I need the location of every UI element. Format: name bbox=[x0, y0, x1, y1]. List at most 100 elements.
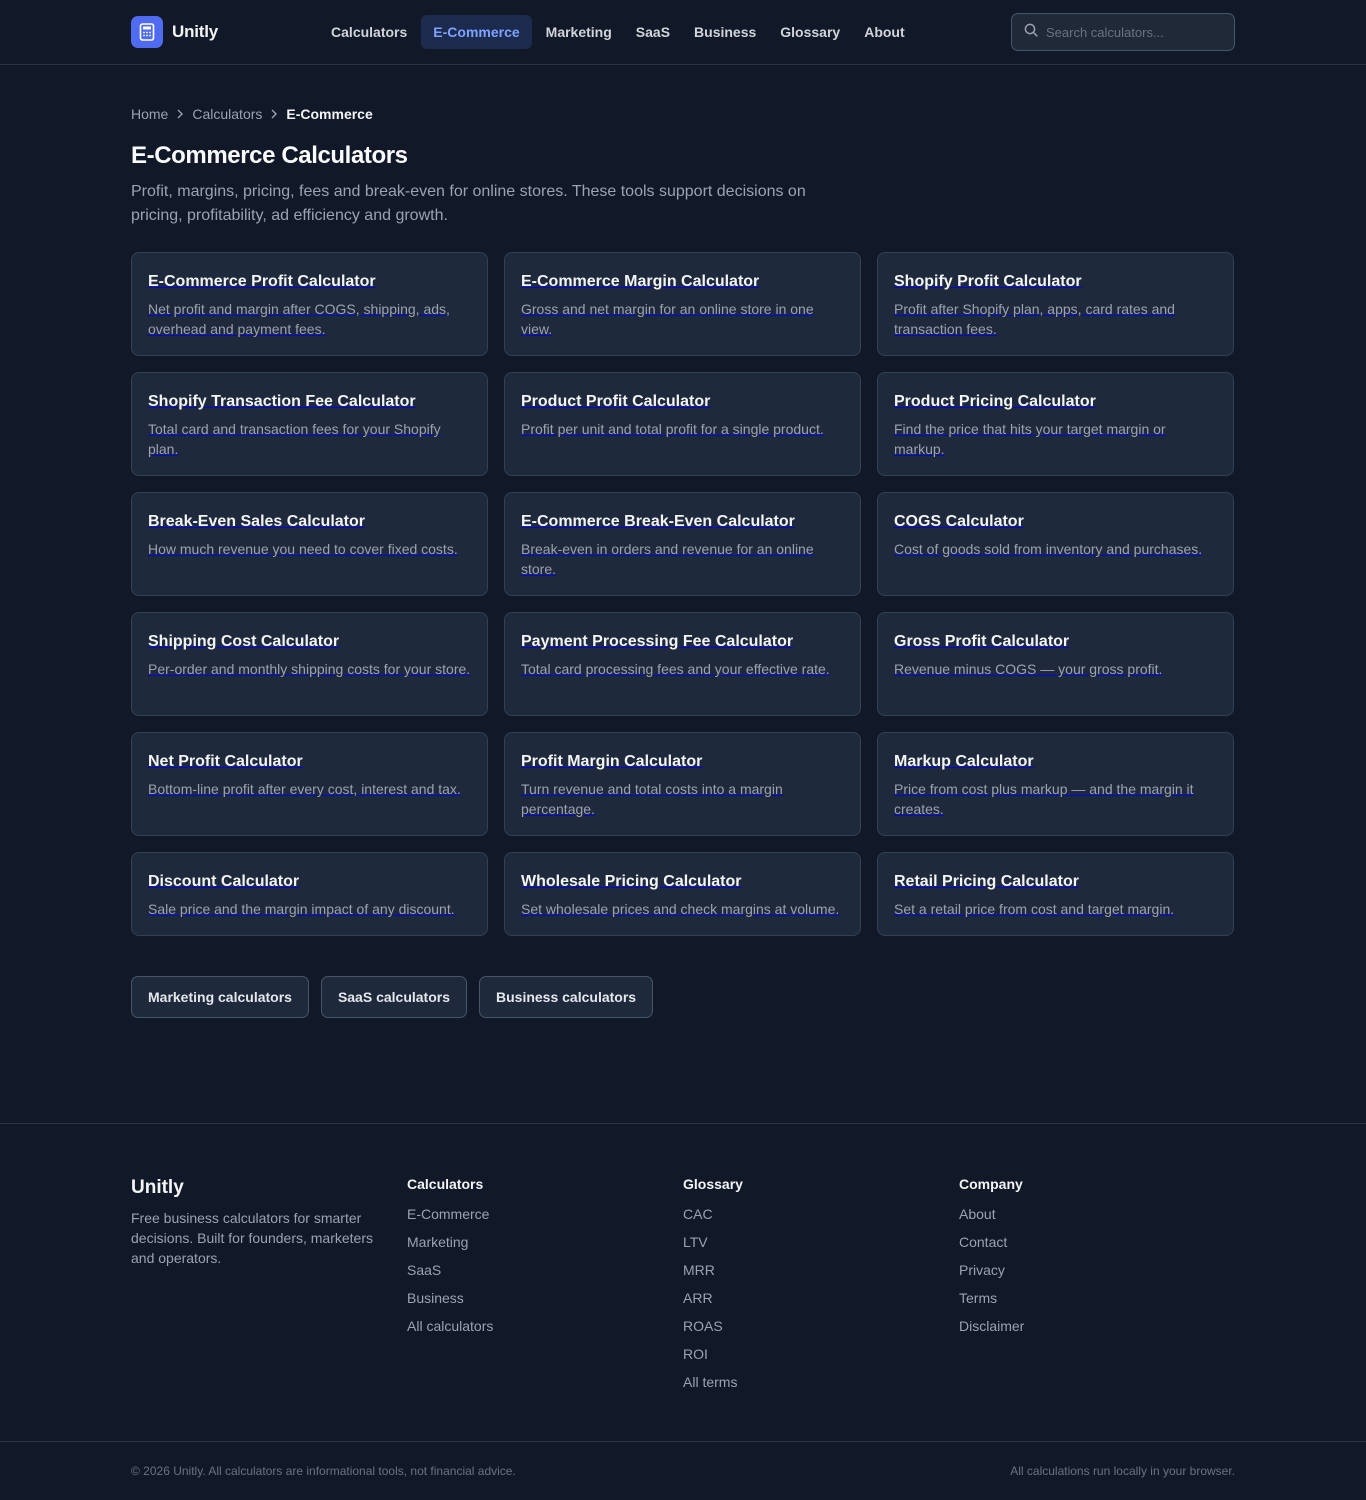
calculator-card[interactable]: E-Commerce Margin Calculator Gross and ne… bbox=[504, 252, 861, 356]
footer-link[interactable]: Contact bbox=[959, 1234, 1007, 1250]
card-description: How much revenue you need to cover fixed… bbox=[148, 541, 458, 557]
card-title: Break-Even Sales Calculator bbox=[148, 513, 365, 530]
site-header: Unitly Calculators E-Commerce Marketing … bbox=[0, 0, 1366, 65]
footer-column-company: Company About Contact Privacy Terms Disc… bbox=[959, 1176, 1235, 1441]
footer-link[interactable]: E-Commerce bbox=[407, 1206, 489, 1222]
nav-marketing[interactable]: Marketing bbox=[536, 15, 622, 49]
footer-link[interactable]: All calculators bbox=[407, 1318, 493, 1334]
footer-link[interactable]: Privacy bbox=[959, 1262, 1005, 1278]
card-description: Total card processing fees and your effe… bbox=[521, 661, 830, 677]
calculator-card[interactable]: Retail Pricing Calculator Set a retail pr… bbox=[877, 852, 1234, 936]
related-categories: Marketing calculators SaaS calculators B… bbox=[131, 976, 1235, 1018]
privacy-note: All calculations run locally in your bro… bbox=[1010, 1464, 1235, 1478]
card-description: Total card and transaction fees for your… bbox=[148, 421, 441, 457]
card-description: Gross and net margin for an online store… bbox=[521, 301, 814, 337]
chevron-right-icon bbox=[176, 109, 184, 119]
calculator-card[interactable]: Gross Profit Calculator Revenue minus COG… bbox=[877, 612, 1234, 716]
card-title: Product Profit Calculator bbox=[521, 393, 711, 410]
footer-bottom-bar: © 2026 Unitly. All calculators are infor… bbox=[0, 1441, 1366, 1499]
card-description: Set a retail price from cost and target … bbox=[894, 901, 1175, 917]
nav-glossary[interactable]: Glossary bbox=[770, 15, 850, 49]
card-title: E-Commerce Profit Calculator bbox=[148, 273, 376, 290]
nav-e-commerce[interactable]: E-Commerce bbox=[421, 15, 532, 49]
calculator-card[interactable]: Product Pricing Calculator Find the price… bbox=[877, 372, 1234, 476]
footer-link[interactable]: About bbox=[959, 1206, 996, 1222]
calculator-card[interactable]: Product Profit Calculator Profit per unit… bbox=[504, 372, 861, 476]
card-title: Retail Pricing Calculator bbox=[894, 873, 1079, 890]
nav-saas[interactable]: SaaS bbox=[626, 15, 680, 49]
card-title: E-Commerce Margin Calculator bbox=[521, 273, 760, 290]
footer-link[interactable]: SaaS bbox=[407, 1262, 441, 1278]
business-calculators-button[interactable]: Business calculators bbox=[479, 976, 654, 1018]
card-title: Shopify Profit Calculator bbox=[894, 273, 1082, 290]
footer-link[interactable]: All terms bbox=[683, 1374, 737, 1390]
card-title: Markup Calculator bbox=[894, 753, 1034, 770]
calculator-grid: E-Commerce Profit Calculator Net profit a… bbox=[131, 252, 1235, 936]
footer-brand-name: Unitly bbox=[131, 1177, 184, 1198]
footer-link[interactable]: MRR bbox=[683, 1262, 715, 1278]
card-title: Shipping Cost Calculator bbox=[148, 633, 340, 650]
calculator-icon bbox=[131, 16, 163, 48]
footer-heading: Calculators bbox=[407, 1176, 484, 1192]
card-description: Per-order and monthly shipping costs for… bbox=[148, 661, 471, 677]
footer-link[interactable]: ROAS bbox=[683, 1318, 723, 1334]
search-icon bbox=[1024, 23, 1038, 42]
footer-brand: Unitly Free business calculators for sma… bbox=[131, 1176, 407, 1441]
calculator-card[interactable]: Break-Even Sales Calculator How much reve… bbox=[131, 492, 488, 596]
saas-calculators-button[interactable]: SaaS calculators bbox=[320, 976, 467, 1018]
nav-business[interactable]: Business bbox=[684, 15, 766, 49]
calculator-card[interactable]: Shopify Profit Calculator Profit after Sh… bbox=[877, 252, 1234, 356]
nav-about[interactable]: About bbox=[854, 15, 914, 49]
card-title: COGS Calculator bbox=[894, 513, 1024, 530]
card-description: Sale price and the margin impact of any … bbox=[148, 901, 455, 917]
calculator-card[interactable]: E-Commerce Break-Even Calculator Break-ev… bbox=[504, 492, 861, 596]
footer-heading: Glossary bbox=[683, 1176, 743, 1192]
footer-link[interactable]: ARR bbox=[683, 1290, 713, 1306]
nav-calculators[interactable]: Calculators bbox=[321, 15, 417, 49]
calculator-card[interactable]: Discount Calculator Sale price and the ma… bbox=[131, 852, 488, 936]
breadcrumb-calculators[interactable]: Calculators bbox=[192, 106, 262, 122]
brand-name: Unitly bbox=[172, 22, 219, 41]
footer-column-glossary: Glossary CAC LTV MRR ARR ROAS ROI All te… bbox=[683, 1176, 959, 1441]
footer-link[interactable]: Business bbox=[407, 1290, 464, 1306]
card-description: Cost of goods sold from inventory and pu… bbox=[894, 541, 1203, 557]
logo-link[interactable]: Unitly bbox=[131, 16, 218, 48]
footer-link[interactable]: Disclaimer bbox=[959, 1318, 1024, 1334]
card-description: Revenue minus COGS — your gross profit. bbox=[894, 661, 1163, 677]
card-title: Shopify Transaction Fee Calculator bbox=[148, 393, 416, 410]
page-intro: Profit, margins, pricing, fees and break… bbox=[131, 183, 806, 224]
card-title: Product Pricing Calculator bbox=[894, 393, 1096, 410]
calculator-card[interactable]: E-Commerce Profit Calculator Net profit a… bbox=[131, 252, 488, 356]
calculator-card[interactable]: Shipping Cost Calculator Per-order and mo… bbox=[131, 612, 488, 716]
calculator-card[interactable]: Net Profit Calculator Bottom-line profit … bbox=[131, 732, 488, 836]
footer-link[interactable]: Terms bbox=[959, 1290, 997, 1306]
calculator-card[interactable]: Wholesale Pricing Calculator Set wholesal… bbox=[504, 852, 861, 936]
search-box[interactable] bbox=[1011, 13, 1235, 51]
footer-brand-description: Free business calculators for smarter de… bbox=[131, 1210, 373, 1266]
calculator-card[interactable]: Shopify Transaction Fee Calculator Total … bbox=[131, 372, 488, 476]
search-input[interactable] bbox=[1046, 24, 1216, 40]
card-description: Net profit and margin after COGS, shippi… bbox=[148, 301, 450, 337]
breadcrumb-home[interactable]: Home bbox=[131, 106, 168, 122]
footer-link[interactable]: Marketing bbox=[407, 1234, 468, 1250]
card-title: Net Profit Calculator bbox=[148, 753, 303, 770]
card-title: Wholesale Pricing Calculator bbox=[521, 873, 742, 890]
footer-heading: Company bbox=[959, 1176, 1023, 1192]
breadcrumb-current: E-Commerce bbox=[286, 106, 373, 122]
card-description: Find the price that hits your target mar… bbox=[894, 421, 1166, 457]
card-title: Payment Processing Fee Calculator bbox=[521, 633, 794, 650]
footer-link[interactable]: ROI bbox=[683, 1346, 708, 1362]
chevron-right-icon bbox=[270, 109, 278, 119]
calculator-card[interactable]: Payment Processing Fee Calculator Total c… bbox=[504, 612, 861, 716]
marketing-calculators-button[interactable]: Marketing calculators bbox=[131, 976, 309, 1018]
footer-link[interactable]: LTV bbox=[683, 1234, 708, 1250]
calculator-card[interactable]: COGS Calculator Cost of goods sold from i… bbox=[877, 492, 1234, 596]
footer-link[interactable]: CAC bbox=[683, 1206, 713, 1222]
card-title: E-Commerce Break-Even Calculator bbox=[521, 513, 795, 530]
main-nav: Calculators E-Commerce Marketing SaaS Bu… bbox=[321, 15, 915, 49]
card-description: Price from cost plus markup — and the ma… bbox=[894, 781, 1194, 817]
site-footer: Unitly Free business calculators for sma… bbox=[0, 1123, 1366, 1499]
calculator-card[interactable]: Markup Calculator Price from cost plus ma… bbox=[877, 732, 1234, 836]
card-description: Profit after Shopify plan, apps, card ra… bbox=[894, 301, 1175, 337]
calculator-card[interactable]: Profit Margin Calculator Turn revenue and… bbox=[504, 732, 861, 836]
